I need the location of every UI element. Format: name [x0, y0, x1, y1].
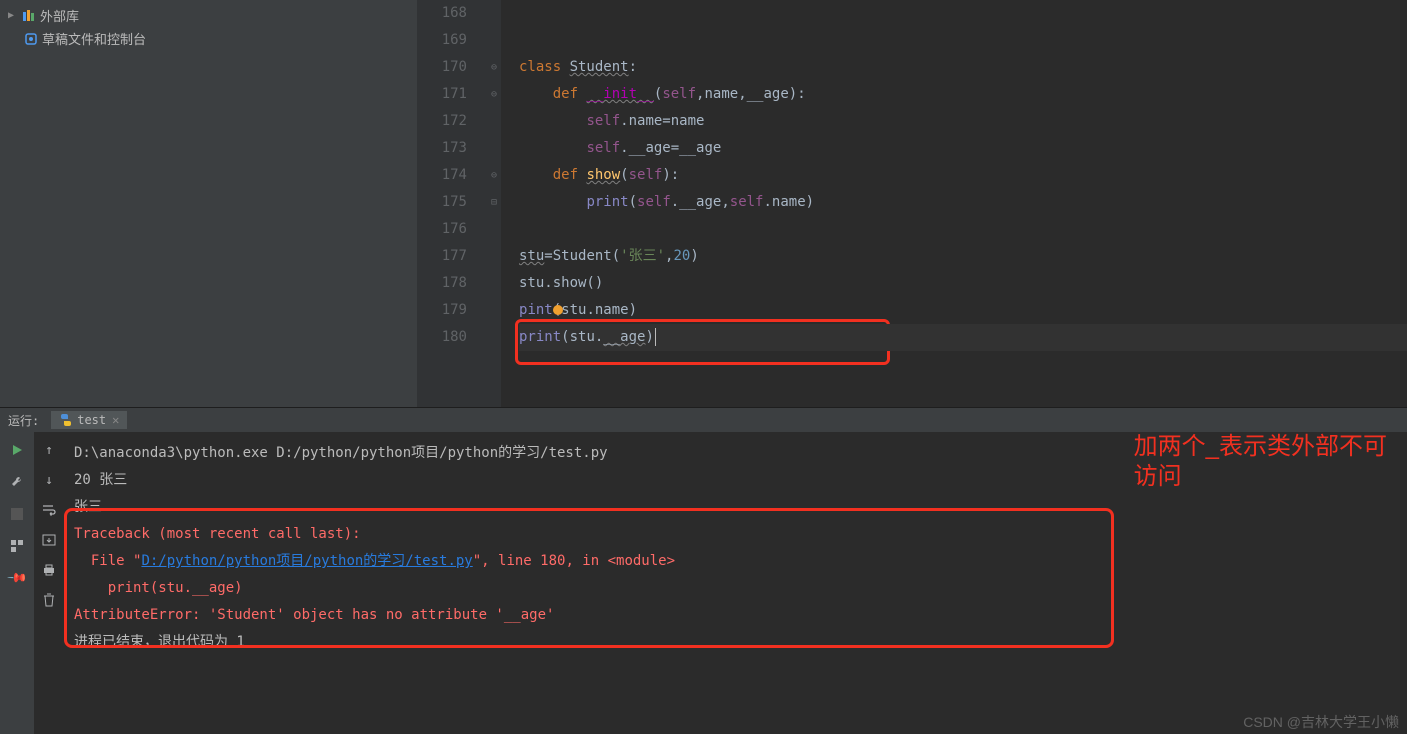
soft-wrap-icon[interactable] — [39, 500, 59, 520]
code-editor[interactable]: 168169170171172173174175176177178179180 … — [417, 0, 1407, 407]
watermark: CSDN @吉林大学王小懒 — [1243, 712, 1399, 732]
code-line[interactable] — [519, 0, 1407, 27]
annotation-text: 加两个_表示类外部不可 访问 — [1134, 432, 1387, 492]
code-line[interactable]: def __init__(self,name,__age): — [519, 81, 1407, 108]
code-line[interactable]: def show(self): — [519, 162, 1407, 189]
layout-icon[interactable] — [7, 536, 27, 556]
scratch-icon — [24, 32, 38, 46]
project-sidebar: ▶ 外部库 草稿文件和控制台 — [0, 0, 417, 407]
code-line[interactable]: self.name=name — [519, 108, 1407, 135]
run-button[interactable] — [7, 440, 27, 460]
traceback-file: File "D:/python/python项目/python的学习/test.… — [74, 548, 1407, 575]
code-line[interactable]: stu=Student('张三',20) — [519, 243, 1407, 270]
run-toolbar: 📌 — [0, 432, 34, 734]
scroll-icon[interactable] — [39, 530, 59, 550]
trash-icon[interactable] — [39, 590, 59, 610]
sidebar-item-external-lib[interactable]: ▶ 外部库 — [8, 4, 409, 27]
traceback-error: AttributeError: 'Student' object has no … — [74, 602, 1407, 629]
run-tab-bar: 运行: test ✕ — [0, 408, 1407, 432]
stop-button[interactable] — [7, 504, 27, 524]
sidebar-item-label: 外部库 — [40, 6, 79, 25]
code-line[interactable]: self.__age=__age — [519, 135, 1407, 162]
wrench-icon[interactable] — [7, 472, 27, 492]
console-nav: ↑ ↓ — [34, 432, 64, 734]
run-label: 运行: — [8, 412, 39, 429]
pin-icon[interactable]: 📌 — [3, 564, 31, 592]
code-area[interactable]: class Student: def __init__(self,name,__… — [501, 0, 1407, 407]
sidebar-item-scratches[interactable]: 草稿文件和控制台 — [8, 27, 409, 50]
run-tab-label: test — [77, 413, 106, 427]
code-line[interactable]: print(stu.__age) — [519, 324, 1407, 351]
sidebar-item-label: 草稿文件和控制台 — [42, 29, 146, 48]
console-line: 张三 — [74, 494, 1407, 521]
python-icon — [59, 413, 73, 427]
code-line[interactable]: pint(stu.name) — [519, 297, 1407, 324]
code-line[interactable] — [519, 27, 1407, 54]
file-link[interactable]: D:/python/python项目/python的学习/test.py — [141, 553, 472, 569]
code-line[interactable]: class Student: — [519, 54, 1407, 81]
code-line[interactable]: print(self.__age,self.name) — [519, 189, 1407, 216]
code-line[interactable] — [519, 216, 1407, 243]
caret — [655, 328, 656, 346]
traceback-line: print(stu.__age) — [74, 575, 1407, 602]
fold-column: ⊖⊖⊖⊟ — [487, 0, 501, 407]
library-icon — [22, 9, 36, 23]
chevron-right-icon: ▶ — [8, 10, 22, 21]
arrow-down-icon[interactable]: ↓ — [39, 470, 59, 490]
console-exit: 进程已结束，退出代码为 1 — [74, 629, 1407, 656]
console-output[interactable]: 加两个_表示类外部不可 访问 D:\anaconda3\python.exe D… — [64, 432, 1407, 734]
close-icon[interactable]: ✕ — [112, 413, 119, 427]
print-icon[interactable] — [39, 560, 59, 580]
code-line[interactable]: stu.show() — [519, 270, 1407, 297]
run-tab[interactable]: test ✕ — [51, 411, 127, 429]
traceback-header: Traceback (most recent call last): — [74, 521, 1407, 548]
arrow-up-icon[interactable]: ↑ — [39, 440, 59, 460]
breakpoint-icon — [553, 305, 563, 315]
line-gutter: 168169170171172173174175176177178179180 — [417, 0, 487, 407]
